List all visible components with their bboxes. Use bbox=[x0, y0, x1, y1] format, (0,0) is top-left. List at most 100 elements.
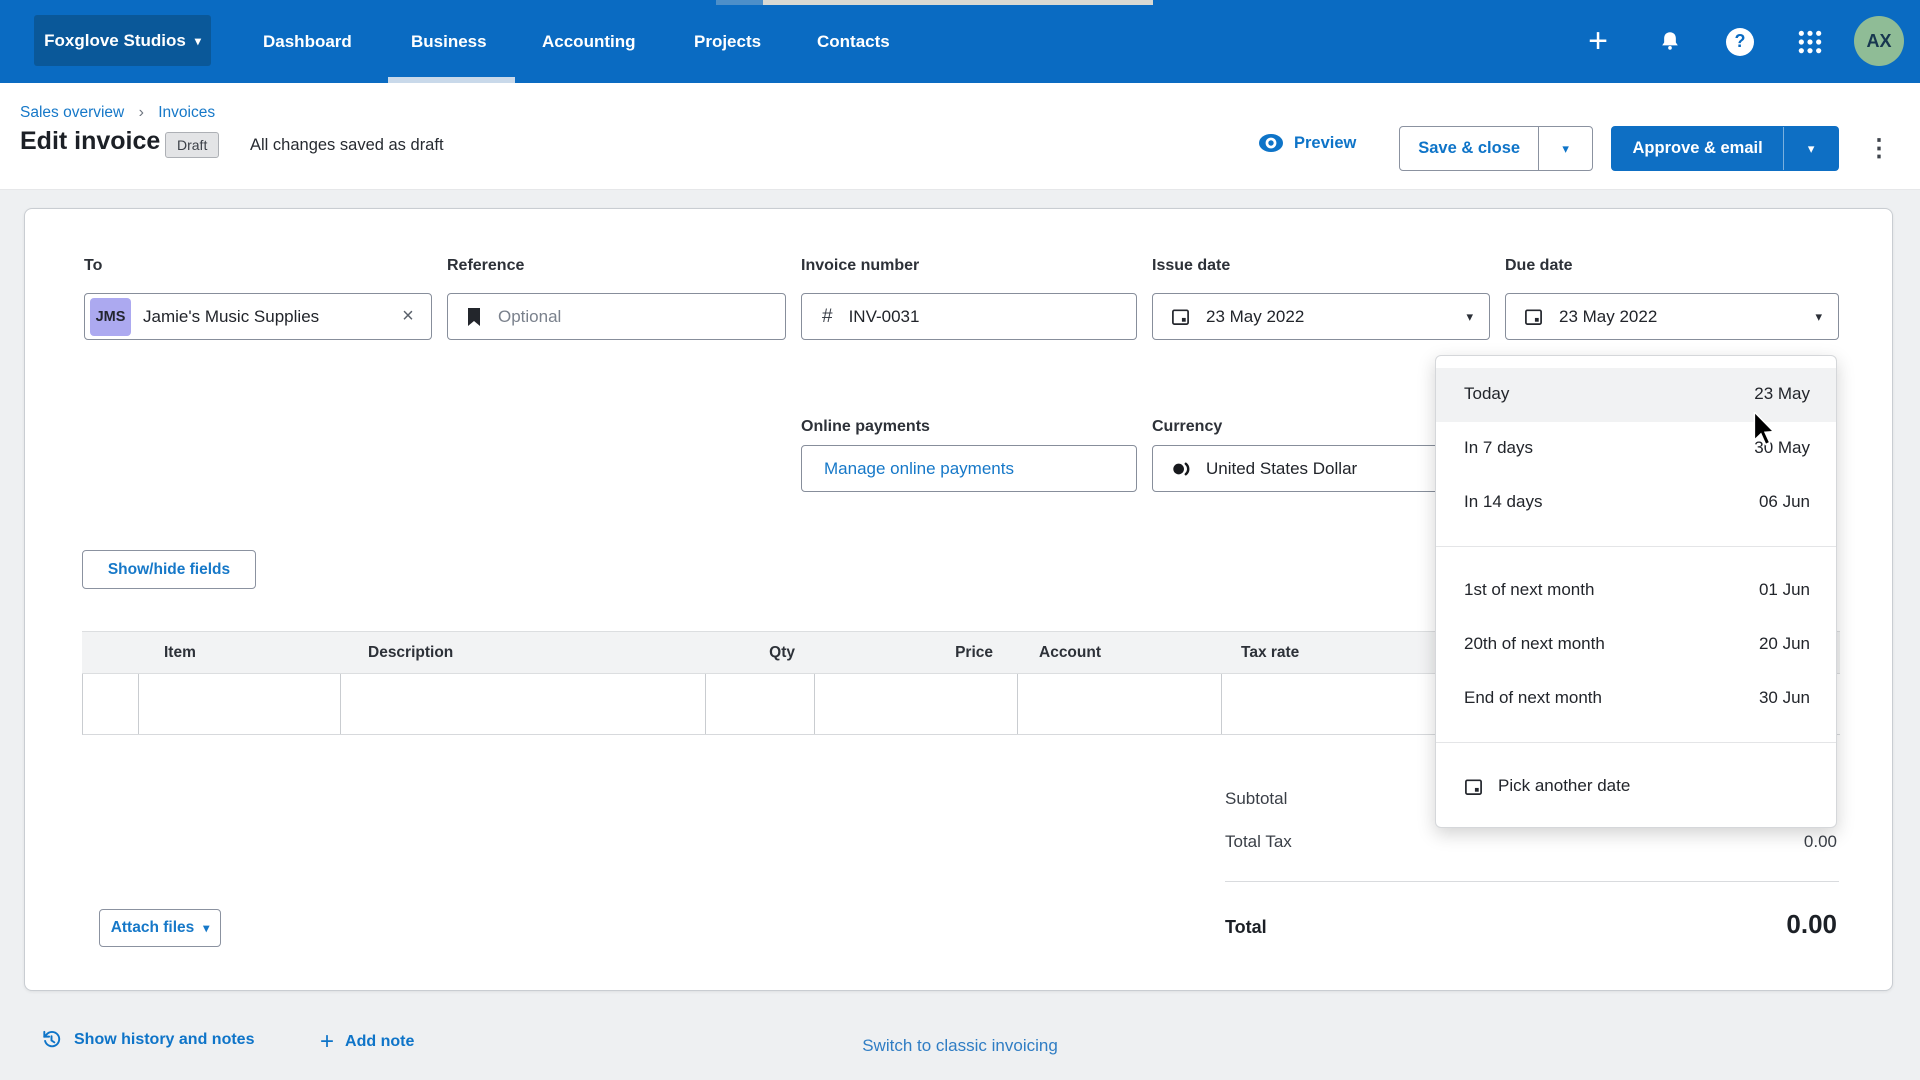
top-progress-bar-right bbox=[763, 0, 1153, 5]
menu-item-end-of-next-month[interactable]: End of next month 30 Jun bbox=[1436, 672, 1836, 726]
tax-rate-cell[interactable] bbox=[1222, 674, 1447, 734]
online-payments-field: Manage online payments bbox=[801, 445, 1137, 492]
invoice-number-input[interactable] bbox=[849, 307, 1069, 327]
currency-value: United States Dollar bbox=[1206, 459, 1357, 479]
invoice-number-label: Invoice number bbox=[801, 257, 919, 275]
menu-item-in-14-days[interactable]: In 14 days 06 Jun bbox=[1436, 476, 1836, 530]
chevron-down-icon: ▾ bbox=[1808, 141, 1815, 157]
contact-name: Jamie's Music Supplies bbox=[143, 307, 319, 327]
breadcrumb-sales-overview[interactable]: Sales overview bbox=[20, 104, 124, 121]
online-payments-label: Online payments bbox=[801, 418, 930, 436]
menu-item-pick-another-date[interactable]: Pick another date bbox=[1436, 760, 1836, 814]
page-header: Sales overview › Invoices Edit invoice D… bbox=[0, 83, 1920, 190]
overflow-menu-button[interactable]: ⋮ bbox=[1864, 126, 1894, 171]
approve-and-email-split-button: Approve & email ▾ bbox=[1611, 126, 1839, 171]
reference-label: Reference bbox=[447, 257, 524, 275]
preview-label: Preview bbox=[1294, 134, 1356, 153]
calendar-icon bbox=[1524, 307, 1543, 326]
status-badge-draft: Draft bbox=[165, 132, 219, 158]
calendar-icon bbox=[1464, 777, 1483, 801]
totals-divider bbox=[1225, 881, 1839, 882]
save-and-close-button[interactable]: Save & close bbox=[1400, 127, 1538, 170]
hash-icon: # bbox=[822, 306, 833, 328]
notifications-button[interactable] bbox=[1648, 0, 1692, 83]
nav-item-accounting[interactable]: Accounting bbox=[542, 0, 636, 83]
chevron-down-icon: ▾ bbox=[1562, 141, 1569, 157]
nav-item-business[interactable]: Business bbox=[411, 0, 487, 83]
menu-item-1st-of-next-month[interactable]: 1st of next month 01 Jun bbox=[1436, 564, 1836, 618]
nav-item-dashboard[interactable]: Dashboard bbox=[263, 0, 352, 83]
breadcrumb: Sales overview › Invoices bbox=[20, 104, 215, 122]
due-date-dropdown-menu: Today 23 May In 7 days 30 May In 14 days… bbox=[1435, 355, 1837, 828]
issue-date-field[interactable]: 23 May 2022 ▾ bbox=[1152, 293, 1490, 340]
issue-date-value: 23 May 2022 bbox=[1206, 307, 1304, 327]
attach-files-label: Attach files bbox=[111, 919, 195, 937]
nav-item-projects[interactable]: Projects bbox=[694, 0, 761, 83]
bookmark-icon bbox=[466, 308, 482, 326]
column-header-account: Account bbox=[1039, 644, 1101, 662]
due-date-label: Due date bbox=[1505, 257, 1573, 275]
due-date-value: 23 May 2022 bbox=[1559, 307, 1657, 327]
qty-cell[interactable] bbox=[706, 674, 815, 734]
page-title: Edit invoice bbox=[20, 127, 160, 156]
user-avatar[interactable]: AX bbox=[1854, 16, 1904, 66]
invoice-number-field: # bbox=[801, 293, 1137, 340]
price-cell[interactable] bbox=[815, 674, 1018, 734]
help-button[interactable]: ? bbox=[1718, 0, 1762, 83]
currency-coin-icon bbox=[1171, 460, 1192, 478]
org-selector[interactable]: Foxglove Studios ▾ bbox=[34, 15, 211, 66]
menu-item-in-7-days[interactable]: In 7 days 30 May bbox=[1436, 422, 1836, 476]
contact-initials-chip: JMS bbox=[90, 298, 131, 336]
menu-divider bbox=[1436, 742, 1836, 743]
to-label: To bbox=[84, 257, 102, 275]
bell-icon bbox=[1657, 29, 1683, 55]
breadcrumb-invoices[interactable]: Invoices bbox=[158, 104, 215, 121]
switch-to-classic-link[interactable]: Switch to classic invoicing bbox=[862, 1036, 1058, 1055]
approve-options-dropdown-button[interactable]: ▾ bbox=[1783, 127, 1838, 170]
save-options-dropdown-button[interactable]: ▾ bbox=[1538, 127, 1592, 170]
remove-contact-button[interactable]: × bbox=[395, 294, 421, 339]
org-name: Foxglove Studios bbox=[44, 31, 186, 51]
account-cell[interactable] bbox=[1018, 674, 1222, 734]
save-and-close-split-button: Save & close ▾ bbox=[1399, 126, 1593, 171]
menu-item-20th-of-next-month[interactable]: 20th of next month 20 Jun bbox=[1436, 618, 1836, 672]
show-hide-fields-button[interactable]: Show/hide fields bbox=[82, 550, 256, 589]
preview-button[interactable]: Preview bbox=[1258, 133, 1356, 153]
eye-icon bbox=[1258, 133, 1284, 153]
grid-icon bbox=[1797, 29, 1823, 55]
contact-field[interactable]: JMS Jamie's Music Supplies × bbox=[84, 293, 432, 340]
row-drag-handle-cell[interactable] bbox=[83, 674, 139, 734]
add-new-button[interactable]: + bbox=[1576, 0, 1620, 83]
chevron-down-icon: ▾ bbox=[195, 34, 201, 48]
attach-files-button[interactable]: Attach files ▾ bbox=[99, 909, 221, 947]
column-header-qty: Qty bbox=[702, 644, 795, 662]
reference-input[interactable] bbox=[498, 307, 718, 327]
approve-and-email-button[interactable]: Approve & email bbox=[1612, 127, 1783, 170]
apps-grid-button[interactable] bbox=[1788, 0, 1832, 83]
xero-edit-invoice-screen: Foxglove Studios ▾ Dashboard Business Ac… bbox=[0, 0, 1920, 1080]
total-value: 0.00 bbox=[1786, 909, 1837, 940]
chevron-down-icon: ▾ bbox=[203, 921, 209, 935]
reference-field bbox=[447, 293, 786, 340]
chevron-down-icon: ▾ bbox=[1466, 309, 1473, 325]
plus-icon: + bbox=[1588, 22, 1608, 61]
currency-label: Currency bbox=[1152, 418, 1222, 436]
item-cell[interactable] bbox=[139, 674, 341, 734]
issue-date-label: Issue date bbox=[1152, 257, 1230, 275]
chevron-right-icon: › bbox=[139, 104, 144, 121]
manage-online-payments-link[interactable]: Manage online payments bbox=[824, 459, 1014, 479]
switch-to-classic-container: Switch to classic invoicing bbox=[0, 1036, 1920, 1056]
question-mark-icon: ? bbox=[1726, 28, 1754, 56]
column-header-tax-rate: Tax rate bbox=[1241, 644, 1299, 662]
close-icon: × bbox=[402, 305, 414, 327]
calendar-icon bbox=[1171, 307, 1190, 326]
total-tax-value: 0.00 bbox=[1804, 832, 1837, 852]
menu-item-today[interactable]: Today 23 May bbox=[1436, 368, 1836, 422]
column-header-price: Price bbox=[882, 644, 993, 662]
total-tax-label: Total Tax bbox=[1225, 832, 1292, 852]
due-date-field[interactable]: 23 May 2022 ▾ bbox=[1505, 293, 1839, 340]
nav-item-contacts[interactable]: Contacts bbox=[817, 0, 890, 83]
subtotal-label: Subtotal bbox=[1225, 789, 1287, 809]
kebab-icon: ⋮ bbox=[1867, 135, 1891, 162]
description-cell[interactable] bbox=[341, 674, 706, 734]
